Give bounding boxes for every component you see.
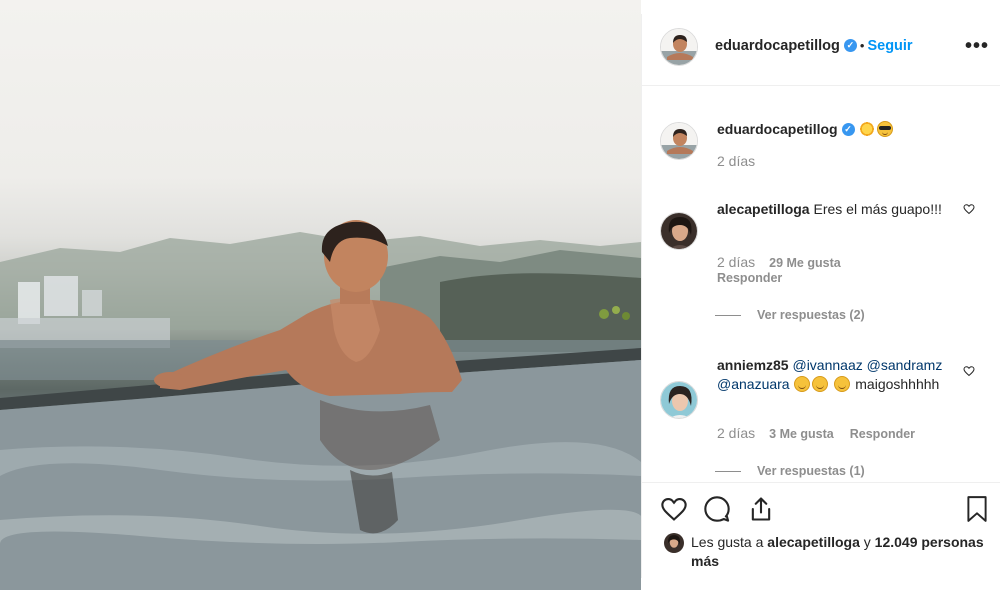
- smile-emoji-icon: [834, 376, 851, 392]
- view-replies-line: [715, 471, 741, 473]
- comment-likes[interactable]: 29 Me gusta: [769, 256, 841, 270]
- comment-message: maigoshhhhh: [855, 376, 940, 392]
- mention-link[interactable]: @sandramz: [867, 357, 943, 373]
- post-photo[interactable]: [0, 0, 641, 590]
- reply-button[interactable]: Responder: [850, 427, 915, 441]
- view-replies-button[interactable]: Ver respuestas (1): [715, 464, 865, 478]
- follow-button[interactable]: Seguir: [867, 38, 912, 54]
- mention-link[interactable]: @ivannaaz: [792, 357, 862, 373]
- comment-reply-line: Responder: [717, 271, 798, 285]
- post-actions: Les gusta a alecapetilloga y 12.049 pers…: [642, 482, 1000, 578]
- caption-text: eduardocapetillog ✓: [717, 120, 947, 139]
- caption-meta: 2 días: [717, 153, 769, 169]
- view-replies-label: Ver respuestas (1): [757, 464, 865, 478]
- comment-like-heart-icon[interactable]: [963, 203, 975, 215]
- verified-icon: ✓: [841, 122, 855, 136]
- liked-by-text: Les gusta a alecapetilloga y 12.049 pers…: [664, 533, 984, 571]
- author-username[interactable]: eduardocapetillog: [715, 38, 840, 54]
- commenter-avatar[interactable]: [660, 212, 698, 250]
- bookmark-icon[interactable]: [964, 495, 990, 523]
- comment-time[interactable]: 2 días: [717, 425, 755, 441]
- comment-message: Eres el más guapo!!!: [813, 201, 942, 217]
- comment-icon[interactable]: [703, 495, 731, 523]
- reply-button[interactable]: Responder: [717, 271, 782, 285]
- comment-likes[interactable]: 3 Me gusta: [769, 427, 834, 441]
- comment-meta: 2 días 29 Me gusta: [717, 254, 857, 270]
- comment-meta: 2 días 3 Me gusta Responder: [717, 425, 931, 441]
- comment-username[interactable]: alecapetilloga: [717, 201, 810, 217]
- verified-icon: ✓: [843, 38, 857, 52]
- caption-author-avatar[interactable]: [660, 122, 698, 160]
- more-options-icon[interactable]: •••: [965, 36, 989, 56]
- post-side-panel: eduardocapetillog ✓ • Seguir ••• eduardocap…: [641, 14, 1000, 578]
- caption-username[interactable]: eduardocapetillog: [717, 121, 838, 137]
- liked-by-joiner: y: [863, 534, 871, 550]
- comment-text: anniemz85 @ivannaaz @sandramz @anazuara …: [717, 356, 947, 394]
- pool-scene-illustration: [0, 220, 641, 590]
- share-icon[interactable]: [747, 495, 775, 523]
- caption-time[interactable]: 2 días: [717, 153, 755, 169]
- header-separator: •: [859, 38, 865, 53]
- mention-link[interactable]: @anazuara: [717, 376, 790, 392]
- liked-by-user[interactable]: alecapetilloga: [767, 534, 860, 550]
- liked-by-summary: Les gusta a alecapetilloga y 12.049 pers…: [664, 533, 984, 571]
- view-replies-button[interactable]: Ver respuestas (2): [715, 308, 865, 322]
- comment-username[interactable]: anniemz85: [717, 357, 789, 373]
- post-header: eduardocapetillog ✓ • Seguir •••: [642, 14, 1000, 86]
- view-replies-label: Ver respuestas (2): [757, 308, 865, 322]
- author-line: eduardocapetillog ✓ • Seguir: [715, 38, 913, 54]
- smile-emoji-icon: [812, 376, 829, 392]
- sunglasses-emoji-icon: [877, 121, 894, 137]
- sun-emoji-icon: [859, 121, 876, 137]
- comment-like-heart-icon[interactable]: [963, 365, 975, 377]
- commenter-avatar[interactable]: [660, 381, 698, 419]
- smile-emoji-icon: [794, 376, 811, 392]
- heart-icon[interactable]: [660, 495, 688, 523]
- liked-by-prefix: Les gusta a: [691, 534, 764, 550]
- view-replies-line: [715, 315, 741, 317]
- comment-text: alecapetilloga Eres el más guapo!!!: [717, 200, 947, 219]
- liked-by-avatar[interactable]: [664, 533, 684, 553]
- author-avatar[interactable]: [660, 28, 698, 66]
- comment-time[interactable]: 2 días: [717, 254, 755, 270]
- comments-list[interactable]: eduardocapetillog ✓ 2 días alecapetilloga…: [642, 87, 1000, 482]
